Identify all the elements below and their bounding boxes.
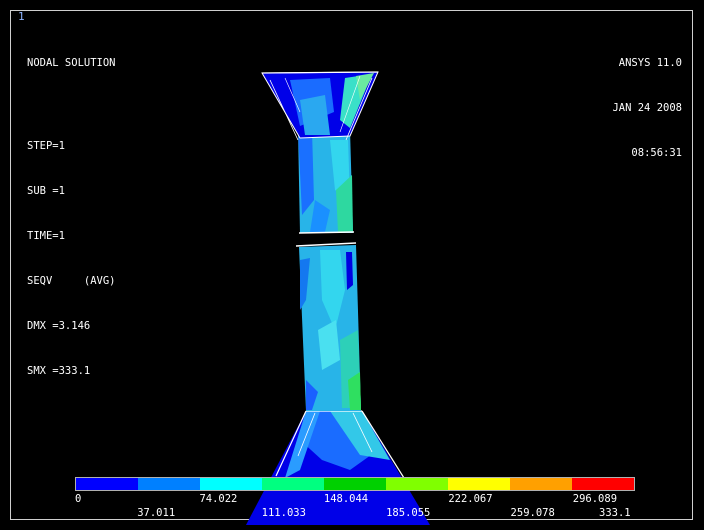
model-upper-column	[298, 130, 355, 234]
legend-swatch	[386, 478, 448, 490]
legend-swatch	[510, 478, 572, 490]
fe-model-contour-plot[interactable]	[0, 0, 704, 530]
legend-tick-label: 333.1	[599, 507, 631, 519]
legend-tick-label: 111.033	[261, 507, 306, 519]
legend-tick-label: 0	[75, 493, 82, 505]
legend-swatch	[324, 478, 386, 490]
legend-swatch	[138, 478, 200, 490]
legend-swatch	[262, 478, 324, 490]
model-lower-column	[295, 242, 361, 411]
legend-swatch	[572, 478, 634, 490]
legend-tick-label: 148.044	[323, 493, 369, 505]
legend-swatch	[200, 478, 262, 490]
legend-tick-label: 296.089	[572, 493, 618, 505]
legend-tick-label: 222.067	[448, 493, 493, 505]
legend-tick-label: 74.022	[199, 493, 238, 505]
model-top-funnel	[261, 71, 379, 141]
legend-tick-label: 259.078	[510, 507, 555, 519]
legend-tick-label: 185.055	[386, 507, 431, 519]
legend-swatch	[76, 478, 138, 490]
legend-swatch	[448, 478, 510, 490]
contour-legend-bar	[75, 477, 635, 491]
legend-tick-label: 37.011	[137, 507, 176, 519]
